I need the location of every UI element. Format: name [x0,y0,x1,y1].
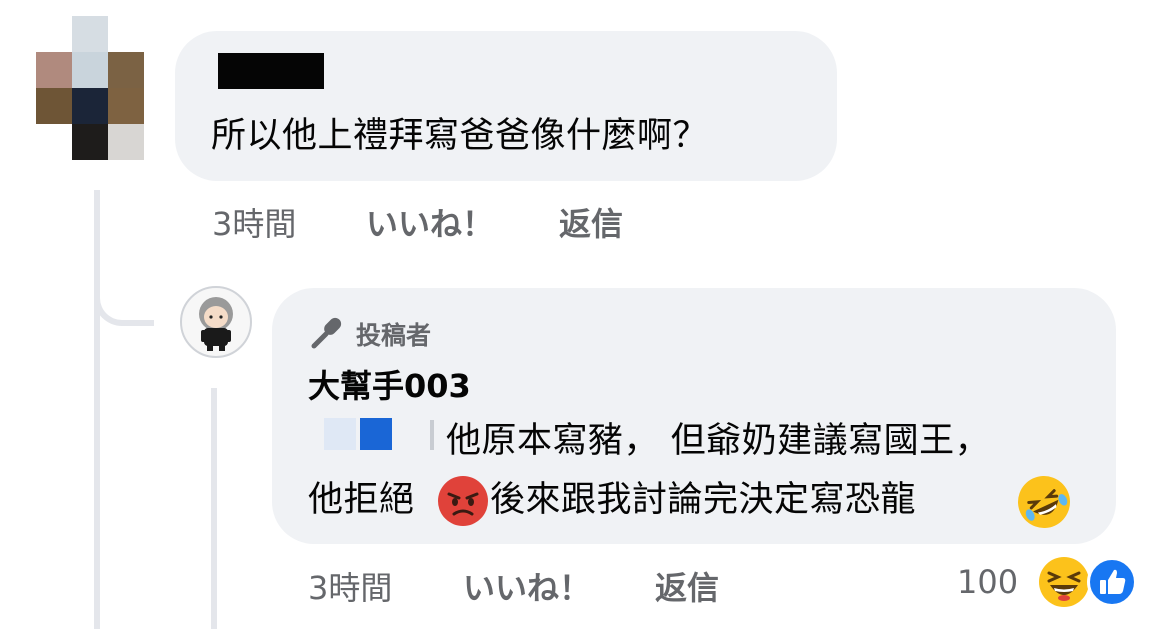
reply-text-line2-b: 後來跟我討論完決定寫恐龍 [490,480,917,520]
reply-text-line1: 他原本寫豬， 但爺奶建議寫國王， [446,421,991,461]
angry-face-emoji [438,476,488,526]
reply-text-line2-a: 他拒絕 [308,480,415,520]
reply-reply-button[interactable]: 返信 [655,563,719,609]
microphone-icon [309,313,347,351]
comment-time[interactable]: 3時間 [212,199,296,245]
reply-time[interactable]: 3時間 [308,563,392,609]
haha-reaction-icon [1039,557,1089,607]
reply-text-line2: 他拒絕 [308,471,415,529]
reply-author-name[interactable]: 大幫手003 [308,361,471,407]
mention-redacted[interactable] [324,418,436,452]
author-badge-label: 投稿者 [356,321,432,350]
author-name-redacted[interactable] [218,53,324,89]
thread-connector-curve [94,250,154,326]
reply-author-avatar[interactable] [180,286,252,358]
comment-text: 所以他上禮拜寫爸爸像什麼啊？ [211,116,709,156]
reaction-summary[interactable]: 100 [955,553,1140,609]
like-button[interactable]: いいね！ [366,199,494,245]
commenter-avatar-pixelated[interactable] [36,16,144,162]
reply-button[interactable]: 返信 [559,199,623,245]
reaction-count: 100 [957,563,1019,601]
reply-like-button[interactable]: いいね！ [463,563,591,609]
like-reaction-icon [1087,557,1137,607]
thread-connector-reply [211,388,217,629]
